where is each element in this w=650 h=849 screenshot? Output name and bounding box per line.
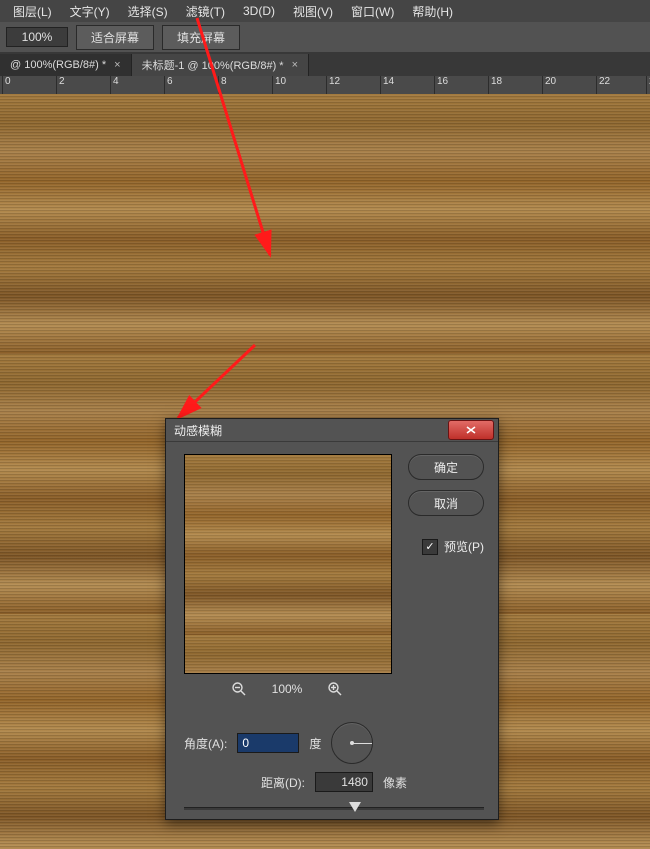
- menu-window[interactable]: 窗口(W): [342, 0, 403, 23]
- document-tab-2-label: 未标题-1 @ 100%(RGB/8#) *: [142, 57, 284, 73]
- dialog-titlebar[interactable]: 动感模糊: [166, 419, 498, 442]
- ruler-tick: 2: [56, 76, 65, 94]
- ruler-tick: 20: [542, 76, 556, 94]
- ruler-tick: 12: [326, 76, 340, 94]
- menu-layer[interactable]: 图层(L): [4, 0, 61, 23]
- ruler-tick: 16: [434, 76, 448, 94]
- dialog-title: 动感模糊: [174, 422, 222, 439]
- preview-image: [185, 455, 391, 673]
- menu-bar: 图层(L) 文字(Y) 选择(S) 滤镜(T) 3D(D) 视图(V) 窗口(W…: [0, 0, 650, 22]
- distance-row: 距离(D): 1480 像素: [184, 772, 484, 792]
- document-tab-bar: @ 100%(RGB/8#) * × 未标题-1 @ 100%(RGB/8#) …: [0, 52, 650, 76]
- angle-dial-center: [350, 741, 354, 745]
- document-tab-1[interactable]: @ 100%(RGB/8#) * ×: [0, 54, 132, 76]
- fill-screen-button[interactable]: 填充屏幕: [162, 25, 240, 50]
- ruler-tick: 6: [164, 76, 173, 94]
- ruler-tick: 14: [380, 76, 394, 94]
- distance-slider[interactable]: [184, 800, 484, 816]
- distance-input[interactable]: 1480: [315, 772, 373, 792]
- distance-unit: 像素: [383, 774, 407, 791]
- options-bar: 100% 适合屏幕 填充屏幕: [0, 22, 650, 52]
- dialog-buttons: 确定 取消: [408, 454, 484, 516]
- zoom-in-button[interactable]: [326, 680, 344, 698]
- distance-label: 距离(D):: [261, 774, 305, 791]
- motion-blur-dialog: 动感模糊 100%: [165, 418, 499, 820]
- angle-input[interactable]: 0: [237, 733, 299, 753]
- ruler-tick: 0: [2, 76, 11, 94]
- ok-button[interactable]: 确定: [408, 454, 484, 480]
- preview-checkbox[interactable]: ✓: [422, 539, 438, 555]
- preview-panel[interactable]: [184, 454, 392, 674]
- close-icon: [465, 425, 477, 435]
- cancel-button[interactable]: 取消: [408, 490, 484, 516]
- slider-thumb[interactable]: [349, 802, 361, 812]
- angle-row: 角度(A): 0 度: [184, 722, 484, 764]
- menu-3d[interactable]: 3D(D): [234, 1, 284, 21]
- document-tab-2[interactable]: 未标题-1 @ 100%(RGB/8#) * ×: [132, 54, 309, 76]
- ruler-tick: 24: [646, 76, 650, 94]
- zoom-level-field[interactable]: 100%: [6, 27, 68, 47]
- ruler-tick: 10: [272, 76, 286, 94]
- preview-zoom-label: 100%: [272, 682, 303, 696]
- menu-select[interactable]: 选择(S): [119, 0, 177, 23]
- ruler-tick: 18: [488, 76, 502, 94]
- dialog-body: 100% 确定 取消 ✓ 预览(P): [166, 442, 498, 820]
- ruler-tick: 22: [596, 76, 610, 94]
- angle-dial-needle: [352, 743, 372, 744]
- zoom-out-button[interactable]: [230, 680, 248, 698]
- close-icon[interactable]: ×: [114, 59, 120, 71]
- horizontal-ruler: 0 2 4 6 8 10 12 14 16 18 20 22 24: [0, 76, 650, 95]
- menu-type[interactable]: 文字(Y): [61, 0, 119, 23]
- menu-view[interactable]: 视图(V): [284, 0, 342, 23]
- fit-screen-button[interactable]: 适合屏幕: [76, 25, 154, 50]
- slider-track: [184, 807, 484, 810]
- document-tab-1-label: @ 100%(RGB/8#) *: [10, 59, 106, 71]
- menu-filter[interactable]: 滤镜(T): [177, 0, 234, 23]
- angle-dial[interactable]: [331, 722, 373, 764]
- close-icon[interactable]: ×: [292, 59, 298, 71]
- angle-label: 角度(A):: [184, 735, 227, 752]
- dialog-close-button[interactable]: [448, 420, 494, 440]
- zoom-out-icon: [231, 681, 247, 697]
- angle-unit: 度: [309, 735, 321, 752]
- zoom-in-icon: [327, 681, 343, 697]
- preview-checkbox-label: 预览(P): [444, 538, 484, 555]
- preview-checkbox-row: ✓ 预览(P): [422, 538, 484, 555]
- ruler-tick: 4: [110, 76, 119, 94]
- ruler-tick: 8: [218, 76, 227, 94]
- menu-help[interactable]: 帮助(H): [403, 0, 462, 23]
- preview-zoom-row: 100%: [184, 680, 390, 698]
